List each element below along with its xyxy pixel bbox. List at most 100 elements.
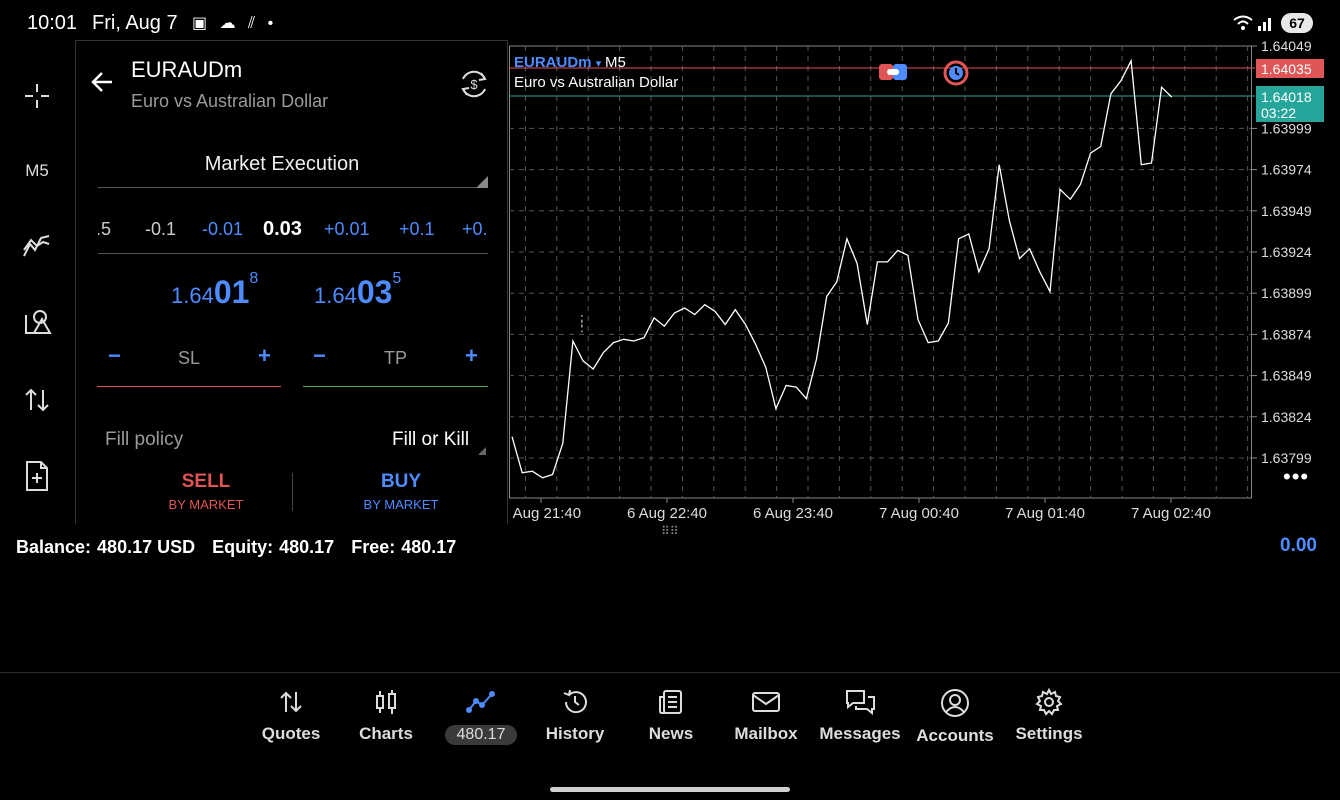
volume-value[interactable]: 0.03 (263, 218, 302, 241)
objects-icon[interactable] (14, 302, 60, 342)
sl-increase-button[interactable]: + (258, 343, 271, 369)
sell-button-sublabel: BY MARKET (168, 497, 244, 512)
price-tick-label: 1.63874 (1261, 326, 1312, 342)
mail-icon (752, 692, 780, 712)
status-date: Fri, Aug 7 (92, 12, 178, 34)
quotes-icon (280, 691, 302, 713)
account-summary: Balance: 480.17 USD Equity: 480.17 Free: 48… (16, 537, 462, 558)
volume-step[interactable]: +0. (462, 219, 488, 240)
bid-time-tag-label: 03:22 (1261, 105, 1296, 121)
balance-label: Balance: (16, 537, 92, 557)
timeframe-button[interactable]: M5 (14, 151, 60, 191)
dropdown-corner-icon (476, 176, 488, 188)
sl-field[interactable]: SL (178, 348, 200, 369)
trade-line-icon (466, 691, 495, 713)
home-indicator[interactable] (550, 787, 790, 792)
nav-accounts[interactable]: Accounts (905, 688, 1005, 746)
chart-symbol-label: EURAUDm (514, 54, 592, 71)
one-click-trading-icon[interactable] (879, 62, 909, 87)
sl-decrease-button[interactable]: − (108, 343, 121, 369)
free-value: 480.17 (401, 537, 457, 557)
new-order-icon[interactable] (14, 456, 60, 496)
time-tick-label: 7 Aug 01:40 (1005, 505, 1085, 522)
gear-icon (1035, 688, 1063, 716)
price-tick-label: 1.63974 (1261, 162, 1312, 178)
price-chart[interactable]: 1.64049 1.63999 1.63974 1.63949 1.63924 1.638… (509, 40, 1340, 530)
news-icon (659, 690, 682, 714)
trade-arrows-icon[interactable] (14, 380, 60, 420)
sl-underline (97, 386, 281, 387)
dropdown-corner-icon (478, 447, 486, 455)
volume-stepper[interactable]: .5 -0.1 -0.01 0.03 +0.01 +0.1 +0. (98, 217, 488, 247)
volume-step[interactable]: +0.01 (324, 219, 370, 240)
candlestick-icon (376, 690, 396, 714)
currency-swap-icon[interactable]: $ (457, 67, 491, 106)
status-time: 10:01 (27, 12, 78, 34)
equity-label: Equity: (212, 537, 274, 557)
fill-policy-label: Fill policy (105, 429, 184, 450)
nav-quotes-label: Quotes (261, 724, 321, 743)
tp-underline (303, 386, 488, 387)
nav-accounts-label: Accounts (916, 726, 994, 745)
nav-divider (0, 672, 1340, 673)
price-tick-label: 1.63824 (1261, 409, 1312, 425)
button-divider (292, 473, 293, 511)
nav-charts[interactable]: Charts (336, 688, 436, 744)
volume-step[interactable]: -0.01 (202, 219, 243, 240)
volume-step[interactable]: +0.1 (399, 219, 435, 240)
buy-button-sublabel: BY MARKET (363, 497, 439, 512)
volume-step[interactable]: .5 (98, 219, 111, 240)
chart-timeframe: M5 (605, 54, 626, 71)
nav-news[interactable]: News (621, 688, 721, 744)
chart-description: Euro vs Australian Dollar (514, 74, 679, 91)
nav-mailbox[interactable]: Mailbox (716, 688, 816, 744)
chart-more-icon[interactable]: ••• (1283, 464, 1309, 490)
tp-field[interactable]: TP (384, 348, 407, 369)
nav-messages-label: Messages (819, 724, 901, 743)
volume-step[interactable]: -0.1 (145, 219, 176, 240)
nav-mailbox-label: Mailbox (734, 724, 798, 743)
nav-quotes[interactable]: Quotes (241, 688, 341, 744)
total-profit: 0.00 (1280, 535, 1317, 556)
order-panel: EURAUDm Euro vs Australian Dollar $ Mark… (75, 40, 589, 524)
indicators-icon[interactable] (14, 226, 60, 266)
execution-type-select[interactable]: Market Execution (98, 153, 466, 176)
sell-button-label: SELL (181, 471, 231, 492)
chart-symbol[interactable]: EURAUDm ▾ (514, 54, 601, 71)
bottom-panel-handle-icon[interactable]: ⠿⠿ (661, 524, 679, 538)
price-tick-label: 1.63924 (1261, 244, 1312, 260)
bid-price-big: 01 (213, 274, 250, 310)
battery-indicator: 67 (1281, 13, 1313, 33)
volume-underline (98, 253, 488, 254)
nav-messages[interactable]: Messages (810, 688, 910, 744)
notification-icons: ▣ ☁ ⫽ • (192, 15, 278, 32)
equity-value: 480.17 (279, 537, 335, 557)
ask-price-prefix: 1.64 (314, 283, 357, 308)
nav-trade-label: 480.17 (444, 725, 518, 745)
chart-canvas: 1.64049 1.63999 1.63974 1.63949 1.63924 1.638… (509, 40, 1324, 522)
svg-text:$: $ (470, 77, 478, 92)
price-tick-label: 1.63999 (1261, 120, 1312, 136)
nav-charts-label: Charts (359, 724, 413, 743)
buy-button[interactable]: BUY BY MARKET (331, 471, 471, 512)
nav-settings[interactable]: Settings (999, 688, 1099, 744)
nav-history[interactable]: History (525, 688, 625, 744)
crosshair-icon[interactable] (14, 76, 60, 116)
accounts-icon (941, 689, 969, 717)
order-symbol: EURAUDm (131, 57, 243, 82)
fill-policy-select[interactable]: Fill or Kill (392, 429, 469, 451)
back-arrow-icon[interactable] (90, 69, 116, 100)
bid-price-tag-label: 1.64018 (1261, 89, 1312, 105)
bid-price: 1.64018 (171, 270, 258, 311)
alarm-clock-icon[interactable] (942, 59, 970, 92)
ask-price-big: 03 (356, 274, 393, 310)
tp-decrease-button[interactable]: − (313, 343, 326, 369)
tp-increase-button[interactable]: + (465, 343, 478, 369)
nav-trade[interactable]: 480.17 (431, 688, 531, 745)
price-tick-label: 1.63849 (1261, 368, 1312, 384)
time-tick-label: 6 Aug 22:40 (627, 505, 707, 522)
time-tick-label: 6 Aug 21:40 (509, 505, 581, 522)
sell-button[interactable]: SELL BY MARKET (136, 471, 276, 512)
timeframe-label: M5 (25, 161, 49, 180)
time-tick-label: 6 Aug 23:40 (753, 505, 833, 522)
